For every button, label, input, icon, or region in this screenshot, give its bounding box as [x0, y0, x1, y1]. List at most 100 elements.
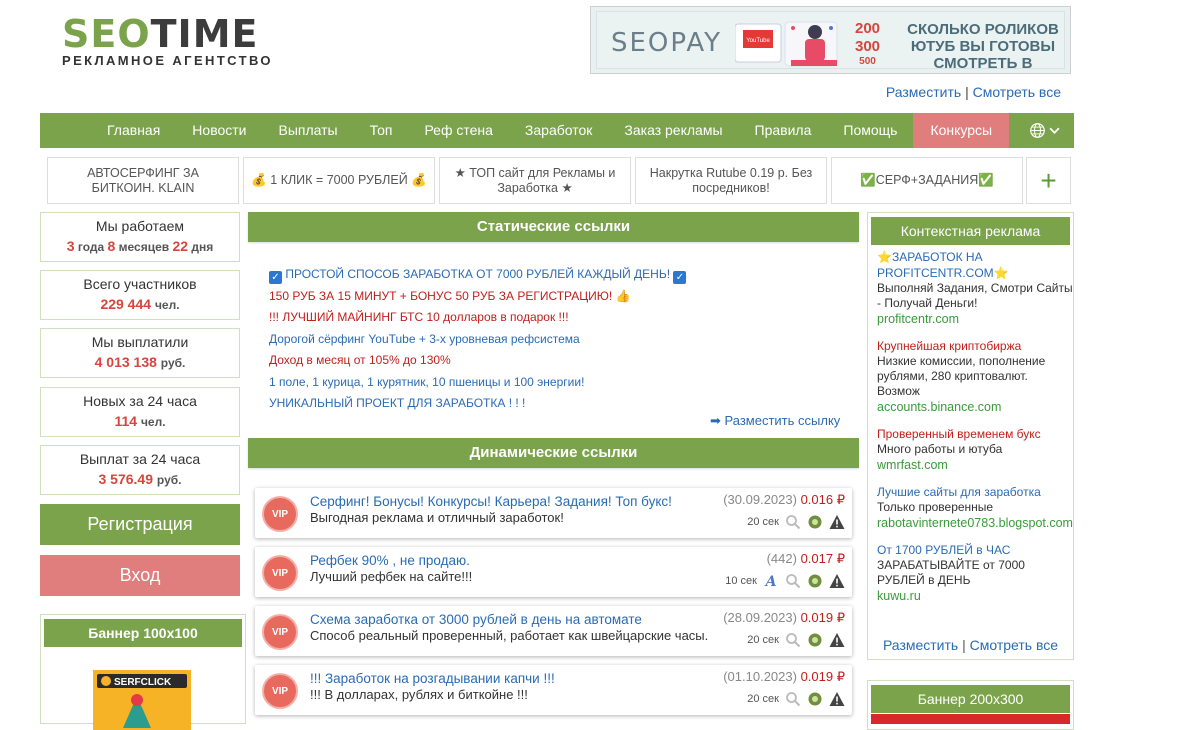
dynamic-link-title[interactable]: Серфинг! Бонусы! Конкурсы! Карьера! Зада… [310, 494, 672, 509]
context-ad[interactable]: ⭐ЗАРАБОТОК НА PROFITCENTR.COM⭐ Выполняй … [877, 249, 1073, 327]
nav-rules[interactable]: Правила [739, 113, 828, 148]
nav-top[interactable]: Топ [354, 113, 409, 148]
dynamic-link-title[interactable]: Схема заработка от 3000 рублей в день на… [310, 612, 642, 627]
text-ad[interactable]: АВТОСЕРФИНГ ЗА БИТКОИН. KLAIN [47, 157, 239, 204]
bug-icon[interactable] [807, 573, 823, 589]
add-text-ad-button[interactable]: + [1026, 157, 1071, 204]
stat-title: Мы выплатили [91, 334, 189, 350]
top-banner-illustration: YouTube [735, 21, 838, 67]
bug-icon[interactable] [807, 632, 823, 648]
warning-icon[interactable] [829, 573, 845, 589]
login-button[interactable]: Вход [40, 555, 240, 596]
warning-icon[interactable] [829, 514, 845, 530]
nav-order-ads[interactable]: Заказ рекламы [608, 113, 738, 148]
nav-ref-wall[interactable]: Реф стена [408, 113, 508, 148]
stat-title: Мы работаем [95, 218, 185, 234]
bug-icon[interactable] [807, 691, 823, 707]
text-ad[interactable]: ★ ТОП сайт для Рекламы и Заработка ★ [439, 157, 631, 204]
top-banner-ad[interactable]: SEOPAY YouTube 200 300 500 СКОЛЬКО РОЛИК… [590, 6, 1071, 74]
search-icon[interactable] [785, 514, 801, 530]
context-ads-title: Контекстная реклама [871, 217, 1070, 245]
dynamic-link-meta: (30.09.2023) 0.016 ₽ [723, 492, 845, 507]
context-ad[interactable]: Лучшие сайты для заработка Только провер… [877, 484, 1073, 531]
context-ad-url[interactable]: profitcentr.com [877, 311, 1073, 327]
context-ad-desc: ЗАРАБАТЫВАЙТЕ от 7000 РУБЛЕЙ в ДЕНЬ [877, 558, 1025, 587]
static-link[interactable]: 150 РУБ ЗА 15 МИНУТ + БОНУС 50 РУБ ЗА РЕ… [269, 289, 630, 303]
dynamic-link-price: 0.016 ₽ [800, 492, 845, 507]
top-banner-text: СКОЛЬКО РОЛИКОВ ЮТУБ ВЫ ГОТОВЫ СМОТРЕТЬ … [907, 21, 1059, 73]
globe-icon [1030, 123, 1045, 138]
dynamic-link-card[interactable]: VIP Схема заработка от 3000 рублей в ден… [255, 606, 852, 656]
context-ad-url[interactable]: rabotavinternete0783.blogspot.com [877, 515, 1073, 531]
stat-value: 3 года 8 месяцев 22 дня [66, 238, 214, 254]
stat-total-members: Всего участников 229 444 чел. [40, 270, 240, 320]
search-icon[interactable] [785, 573, 801, 589]
dynamic-link-actions: 20 сек [747, 691, 845, 707]
static-link[interactable]: УНИКАЛЬНЫЙ ПРОЕКТ ДЛЯ ЗАРАБОТКА ! ! ! [269, 396, 525, 410]
context-ad-url[interactable]: kuwu.ru [877, 588, 1073, 604]
nav-contests[interactable]: Конкурсы [913, 113, 1010, 148]
dynamic-link-actions: 20 сек [747, 514, 845, 530]
nav-earnings[interactable]: Заработок [509, 113, 608, 148]
text-ad[interactable]: Накрутка Rutube 0.19 р. Без посредников! [635, 157, 827, 204]
static-link[interactable]: Дорогой сёрфинг YouTube + 3-х уровневая … [269, 332, 580, 346]
stat-value: 3 576.49 руб. [98, 471, 182, 487]
dynamic-link-price: 0.017 ₽ [800, 551, 845, 566]
top-banner-links: Разместить | Смотреть все [886, 84, 1061, 100]
register-button[interactable]: Регистрация [40, 504, 240, 545]
view-time: 20 сек [747, 634, 779, 646]
search-icon[interactable] [785, 691, 801, 707]
svg-text:A: A [764, 574, 777, 589]
view-all-banners-link[interactable]: Смотреть все [973, 84, 1061, 100]
context-ad-title[interactable]: Крупнейшая криптобиржа [877, 339, 1021, 353]
context-ad-title[interactable]: ⭐ЗАРАБОТОК НА PROFITCENTR.COM⭐ [877, 250, 1009, 280]
top-banner-frame: SEOPAY YouTube 200 300 500 СКОЛЬКО РОЛИК… [596, 11, 1065, 73]
place-link-button[interactable]: ➡ Разместить ссылку [710, 413, 840, 429]
text-ad[interactable]: ✅СЕРФ+ЗАДАНИЯ✅ [831, 157, 1023, 204]
dynamic-link-title[interactable]: !!! Заработок на розгадывании капчи !!! [310, 671, 555, 686]
context-ad[interactable]: От 1700 РУБЛЕЙ в ЧАС ЗАРАБАТЫВАЙТЕ от 70… [877, 542, 1073, 604]
font-a-icon[interactable]: A [763, 573, 779, 589]
static-link[interactable]: !!! ЛУЧШИЙ МАЙНИНГ БТС 10 долларов в под… [269, 310, 569, 324]
nav-payouts[interactable]: Выплаты [263, 113, 354, 148]
place-banner-link[interactable]: Разместить [886, 84, 961, 100]
site-logo[interactable]: SEOTIME РЕКЛАМНОЕ АГЕНТСТВО [62, 14, 273, 68]
banner-200-block: Баннер 200x300 [867, 680, 1074, 730]
static-links-header: Статические ссылки [248, 212, 859, 242]
search-icon[interactable] [785, 632, 801, 648]
context-ad-title[interactable]: От 1700 РУБЛЕЙ в ЧАС [877, 543, 1010, 557]
serfclick-logo-icon: SERFCLICK [93, 670, 191, 730]
bug-icon[interactable] [807, 514, 823, 530]
warning-icon[interactable] [829, 632, 845, 648]
view-all-context-link[interactable]: Смотреть все [970, 637, 1058, 653]
static-link[interactable]: ✓ ПРОСТОЙ СПОСОБ ЗАРАБОТКА ОТ 7000 РУБЛЕ… [269, 267, 687, 284]
stat-title: Всего участников [83, 276, 197, 292]
dynamic-link-card[interactable]: VIP !!! Заработок на розгадывании капчи … [255, 665, 852, 715]
nav-help[interactable]: Помощь [827, 113, 913, 148]
main-nav: Главная Новости Выплаты Топ Реф стена За… [40, 113, 1074, 148]
nav-home[interactable]: Главная [40, 113, 176, 148]
stat-new-24h: Новых за 24 часа 114 чел. [40, 387, 240, 437]
nav-news[interactable]: Новости [176, 113, 262, 148]
serfclick-banner[interactable]: SERFCLICK [93, 670, 191, 730]
context-ad[interactable]: Крупнейшая криптобиржа Низкие комиссии, … [877, 338, 1073, 415]
dynamic-link-title[interactable]: Рефбек 90% , не продаю. [310, 553, 470, 568]
static-link[interactable]: 1 поле, 1 курица, 1 курятник, 10 пшеницы… [269, 375, 584, 389]
context-ad-title[interactable]: Лучшие сайты для заработка [877, 485, 1041, 499]
top-banner-pic-text: YouTube [746, 38, 770, 44]
banner-200-image[interactable] [871, 714, 1070, 724]
context-ad[interactable]: Проверенный временем букс Много работы и… [877, 426, 1073, 473]
text-ad[interactable]: 💰 1 КЛИК = 7000 РУБЛЕЙ 💰 [243, 157, 435, 204]
vip-badge: VIP [262, 673, 298, 709]
dynamic-link-desc: Выгодная реклама и отличный заработок! [310, 510, 564, 525]
place-context-ad-link[interactable]: Разместить [883, 637, 958, 653]
context-ads-list: ⭐ЗАРАБОТОК НА PROFITCENTR.COM⭐ Выполняй … [877, 249, 1073, 615]
warning-icon[interactable] [829, 691, 845, 707]
static-link[interactable]: Доход в месяц от 105% до 130% [269, 353, 451, 367]
context-ad-url[interactable]: wmrfast.com [877, 457, 1073, 473]
context-ad-title[interactable]: Проверенный временем букс [877, 427, 1041, 441]
dynamic-link-card[interactable]: VIP Серфинг! Бонусы! Конкурсы! Карьера! … [255, 488, 852, 538]
language-selector[interactable] [1029, 113, 1060, 148]
dynamic-link-card[interactable]: VIP Рефбек 90% , не продаю. Лучший рефбе… [255, 547, 852, 597]
context-ad-url[interactable]: accounts.binance.com [877, 399, 1073, 415]
